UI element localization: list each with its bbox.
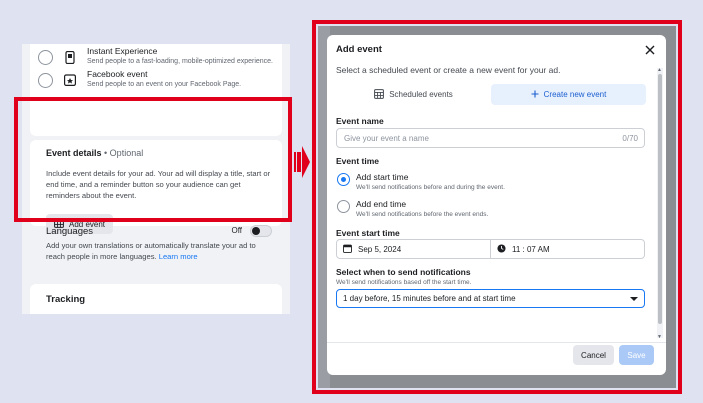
option-add-start-time[interactable]: Add start time We'll send notifications … xyxy=(337,172,505,193)
learn-more-link[interactable]: Learn more xyxy=(159,252,198,261)
scroll-up-icon[interactable]: ▲ xyxy=(657,67,662,73)
event-start-time-label: Event start time xyxy=(336,228,400,238)
start-datetime-field: Sep 5, 2024 11 : 07 AM xyxy=(336,239,645,259)
dialog-subtitle: Select a scheduled event or create a new… xyxy=(336,65,561,75)
notifications-dropdown[interactable]: 1 day before, 15 minutes before and at s… xyxy=(336,289,645,308)
end-time-radio[interactable] xyxy=(337,200,350,213)
red-arrow-icon xyxy=(294,140,310,184)
notifications-description: We'll send notifications based off the s… xyxy=(336,279,472,286)
instant-experience-radio[interactable] xyxy=(38,50,53,65)
option-instant-experience[interactable]: Instant Experience Send people to a fast… xyxy=(38,46,274,67)
calendar-icon xyxy=(343,244,352,255)
calendar-icon xyxy=(374,88,385,101)
scroll-down-icon[interactable]: ▼ xyxy=(657,334,662,340)
languages-description: Add your own translations or automatical… xyxy=(46,241,256,261)
cancel-button[interactable]: Cancel xyxy=(573,345,614,365)
event-source-tabs: Scheduled events Create new event xyxy=(336,84,646,105)
tab-create-new-event[interactable]: Create new event xyxy=(491,84,646,105)
start-time-picker[interactable]: 11 : 07 AM xyxy=(490,240,644,258)
scrollbar-thumb[interactable] xyxy=(658,74,662,324)
languages-section: Languages Off Add your own translations … xyxy=(30,222,282,270)
close-icon[interactable] xyxy=(644,43,656,55)
plus-icon xyxy=(531,90,539,100)
instant-experience-icon xyxy=(62,49,78,65)
facebook-event-radio[interactable] xyxy=(38,73,53,88)
start-date-picker[interactable]: Sep 5, 2024 xyxy=(337,240,490,258)
dialog-title: Add event xyxy=(336,44,382,55)
start-time-radio[interactable] xyxy=(337,173,350,186)
languages-toggle[interactable] xyxy=(250,225,272,237)
dialog-scrollbar[interactable]: ▲ ▼ xyxy=(657,67,663,340)
save-button[interactable]: Save xyxy=(619,345,654,365)
facebook-event-icon xyxy=(62,72,78,88)
event-name-input[interactable]: Give your event a name 0/70 xyxy=(336,128,645,148)
dialog-footer-divider xyxy=(327,342,666,343)
tracking-card: Tracking xyxy=(30,284,282,314)
option-facebook-event[interactable]: Facebook event Send people to an event o… xyxy=(38,69,274,90)
tracking-title: Tracking xyxy=(46,294,86,305)
event-name-label: Event name xyxy=(336,116,384,126)
event-time-label: Event time xyxy=(336,156,379,166)
clock-icon xyxy=(497,243,506,255)
event-name-placeholder: Give your event a name xyxy=(344,134,429,143)
notifications-label: Select when to send notifications xyxy=(336,267,471,277)
tab-scheduled-events[interactable]: Scheduled events xyxy=(336,84,491,105)
chevron-down-icon xyxy=(630,297,638,301)
event-name-char-count: 0/70 xyxy=(622,134,638,143)
option-add-end-time[interactable]: Add end time We'll send notifications be… xyxy=(337,199,488,220)
add-event-dialog: Add event Select a scheduled event or cr… xyxy=(327,35,666,375)
languages-toggle-label: Off xyxy=(231,226,242,235)
event-details-highlight-box xyxy=(14,97,292,222)
languages-title: Languages xyxy=(46,226,94,237)
